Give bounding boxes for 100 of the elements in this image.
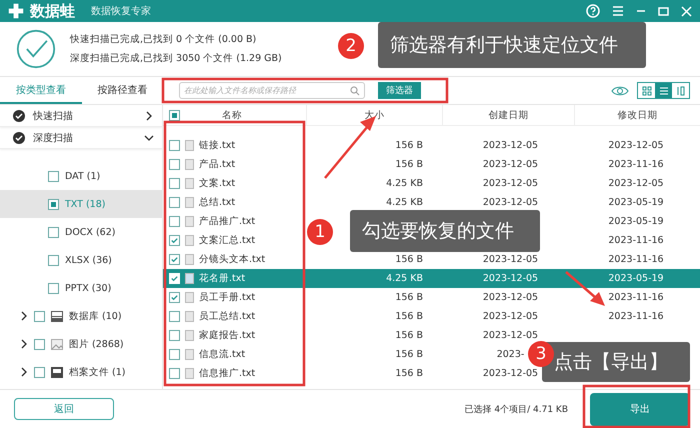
document-icon <box>185 159 194 170</box>
checkbox[interactable] <box>169 292 180 303</box>
check-circle-icon <box>13 132 25 144</box>
modified-date: 2023-12-05 <box>608 140 664 151</box>
file-size: 156 B <box>395 349 423 360</box>
checkbox[interactable] <box>169 235 180 246</box>
callout-text: 筛选器有利于快速定位文件 <box>378 22 646 68</box>
columns-icon <box>676 86 686 96</box>
file-name[interactable]: 信息流.txt <box>199 348 246 361</box>
close-icon[interactable] <box>681 6 692 16</box>
tree-item[interactable]: 图片 (2868) <box>0 330 162 358</box>
search-field[interactable]: 在此处输入文件名称或保存路径 <box>179 82 365 99</box>
checkbox[interactable] <box>34 366 45 378</box>
checkbox[interactable] <box>169 140 180 151</box>
file-name[interactable]: 员工手册.txt <box>199 291 256 304</box>
modified-date: 2023-05-19 <box>608 197 664 208</box>
document-icon <box>185 368 194 379</box>
modified-date: 2023-05-19 <box>608 216 664 227</box>
created-date: 2023-12-05 <box>482 159 538 170</box>
checkbox[interactable] <box>48 282 59 294</box>
help-icon[interactable] <box>586 4 600 18</box>
checkbox[interactable] <box>48 170 59 182</box>
checkbox[interactable] <box>169 349 180 360</box>
file-name[interactable]: 链接.txt <box>199 139 236 152</box>
file-size: 4.25 KB <box>386 178 423 189</box>
selected-file-row[interactable]: 花名册.txt 4.25 KB 2023-12-05 2023-05-19 <box>163 269 700 288</box>
checkbox[interactable] <box>169 311 180 322</box>
file-name[interactable]: 花名册.txt <box>199 272 246 285</box>
file-name[interactable]: 产品推广.txt <box>199 215 256 228</box>
checkbox[interactable] <box>169 178 180 189</box>
scan-item[interactable]: 快速扫描 <box>0 105 162 127</box>
selection-summary: 已选择 4个项目/ 4.71 KB <box>464 404 568 416</box>
created-date: 2023-12-05 <box>482 273 538 284</box>
tree-item[interactable]: XLSX (36) <box>0 246 162 274</box>
step-number-badge: 2 <box>338 33 364 59</box>
back-button[interactable]: 返回 <box>14 398 114 420</box>
tree-item[interactable]: 数据库 (10) <box>0 302 162 330</box>
document-icon <box>185 311 194 322</box>
view-mode-button[interactable] <box>655 83 672 98</box>
app-name: 数据蛙 <box>30 2 75 20</box>
eye-icon[interactable] <box>611 84 629 96</box>
file-name[interactable]: 信息推广.txt <box>199 367 256 380</box>
list-icon <box>658 86 668 96</box>
arrow <box>565 271 605 306</box>
document-icon <box>185 197 194 208</box>
file-name[interactable]: 文案.txt <box>199 177 236 190</box>
checkbox[interactable] <box>48 254 59 266</box>
file-name[interactable]: 产品.txt <box>199 158 236 171</box>
column-header[interactable]: 名称 <box>222 108 242 122</box>
tree-item[interactable]: 档案文件 (1) <box>0 358 162 386</box>
file-name[interactable]: 总结.txt <box>199 196 236 209</box>
document-icon <box>185 216 194 227</box>
select-all-checkbox[interactable] <box>169 110 180 120</box>
menu-icon[interactable] <box>612 5 624 17</box>
maximize-icon[interactable] <box>658 6 669 16</box>
file-name[interactable]: 员工总结.txt <box>199 310 256 323</box>
file-size: 156 B <box>395 311 423 322</box>
created-date: 2023- <box>496 349 524 360</box>
checkbox[interactable] <box>48 226 59 238</box>
view-tab[interactable]: 按路径查看 <box>82 77 163 104</box>
created-date: 2023-12-05 <box>482 311 538 322</box>
checkbox[interactable] <box>169 330 180 341</box>
file-size: 156 B <box>395 140 423 151</box>
checkbox[interactable] <box>169 159 180 170</box>
column-header[interactable]: 修改日期 <box>618 108 658 122</box>
export-button[interactable]: 导出 <box>590 392 690 426</box>
database-icon <box>51 310 63 322</box>
search-icon <box>350 86 360 96</box>
scan-status-text: 快速扫描已完成,已找到 0 个文件 (0.00 B) <box>70 33 258 46</box>
tree-item[interactable]: PPTX (30) <box>0 274 162 302</box>
modified-date: 2023-11-16 <box>608 159 664 170</box>
file-size: 156 B <box>395 368 423 379</box>
file-name[interactable]: 分镜头文本.txt <box>199 253 266 266</box>
checkbox[interactable] <box>169 254 180 265</box>
app-subtitle: 数据恢复专家 <box>91 4 151 18</box>
scan-item[interactable]: 深度扫描 <box>0 127 162 149</box>
file-size: 4.25 KB <box>386 197 423 208</box>
file-size: 156 B <box>395 330 423 341</box>
step-number-badge: 1 <box>307 219 333 245</box>
column-header[interactable]: 创建日期 <box>488 108 528 122</box>
file-size: 156 B <box>395 159 423 170</box>
checkbox[interactable] <box>34 338 45 350</box>
document-icon <box>185 178 194 189</box>
tree-item[interactable]: DAT (1) <box>0 162 162 190</box>
filter-button[interactable]: 筛选器 <box>378 82 421 99</box>
checkbox[interactable] <box>169 368 180 379</box>
document-icon <box>185 254 194 265</box>
modified-date: 2023-11-16 <box>608 254 664 265</box>
check-circle-icon <box>16 29 56 69</box>
checkbox[interactable] <box>34 310 45 322</box>
created-date: 2023-12-05 <box>482 292 538 303</box>
view-tab[interactable]: 按类型查看 <box>0 77 82 104</box>
checkbox[interactable] <box>48 198 59 210</box>
scan-status-text: 深度扫描已完成,已找到 3050 个文件 (1.29 GB) <box>70 52 282 65</box>
file-name[interactable]: 文案汇总.txt <box>199 234 256 247</box>
checkbox[interactable] <box>169 216 180 227</box>
tree-item[interactable]: DOCX (62) <box>0 218 162 246</box>
checkbox[interactable] <box>169 197 180 208</box>
file-name[interactable]: 家庭报告.txt <box>199 329 256 342</box>
file-size: 156 B <box>395 292 423 303</box>
